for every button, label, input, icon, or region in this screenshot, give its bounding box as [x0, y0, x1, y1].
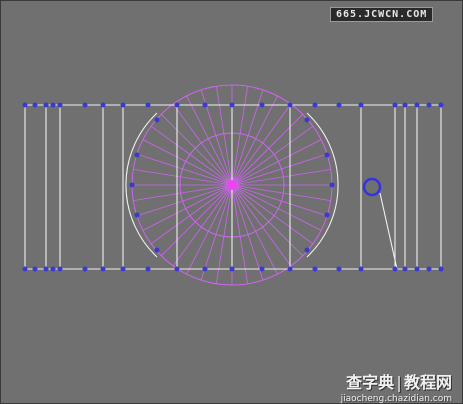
vertex-point — [134, 152, 140, 158]
vertex-point — [229, 266, 235, 272]
vertex-point — [82, 102, 88, 108]
radial-spoke — [136, 153, 233, 186]
vertex-point — [336, 102, 342, 108]
radial-spoke — [200, 184, 233, 281]
vertex-point — [174, 102, 180, 108]
watermark-brand-left: 查字典 — [346, 373, 395, 392]
radial-spoke — [231, 114, 303, 186]
radial-spoke — [161, 114, 233, 186]
vertex-point — [32, 266, 38, 272]
vertex-point — [414, 266, 420, 272]
vertex-point — [32, 102, 38, 108]
vertex-point — [358, 102, 364, 108]
vertex-point — [426, 266, 432, 272]
vertex-point — [43, 266, 49, 272]
vertex-point — [426, 102, 432, 108]
radial-spoke — [231, 103, 292, 186]
vertex-point — [145, 266, 151, 272]
vertex-point — [82, 266, 88, 272]
vertex-point — [438, 102, 444, 108]
radial-spoke — [231, 184, 303, 256]
radial-spoke — [136, 184, 233, 217]
radial-spoke — [231, 184, 264, 281]
vertex-point — [154, 247, 160, 253]
vertex-point — [100, 266, 106, 272]
vertex-point — [57, 266, 63, 272]
vertex-point — [145, 102, 151, 108]
watermark-url: jiaocheng.chazidian.com — [340, 394, 452, 404]
vertex-point — [392, 102, 398, 108]
vertex-point — [312, 102, 318, 108]
vertex-point — [120, 266, 126, 272]
vertex-point — [50, 102, 56, 108]
vertex-point — [134, 212, 140, 218]
vertex-point — [22, 102, 28, 108]
selected-vertex-ring[interactable] — [362, 177, 382, 197]
watermark-brand: 查字典 | 教程网 — [341, 369, 452, 393]
viewport[interactable]: 665.JCWCN.COM 查字典 | 教程网 jiaocheng.chazidia… — [0, 0, 463, 404]
radial-spoke — [172, 184, 233, 267]
vertex-point — [154, 117, 160, 123]
watermark-separator: | — [396, 373, 402, 392]
vertex-point — [259, 102, 265, 108]
vertex-point — [202, 266, 208, 272]
vertex-point — [120, 102, 126, 108]
vertex-point — [174, 266, 180, 272]
vertex-point — [336, 266, 342, 272]
site-watermark-top: 665.JCWCN.COM — [330, 7, 434, 22]
vertex-point — [229, 102, 235, 108]
vertex-point — [202, 102, 208, 108]
vertex-point — [324, 152, 330, 158]
vertex-point — [50, 266, 56, 272]
vertex-point — [312, 266, 318, 272]
vertex-point — [287, 102, 293, 108]
vertex-point — [304, 117, 310, 123]
vertex-point — [438, 266, 444, 272]
radial-spoke — [231, 125, 314, 186]
radial-spoke — [150, 125, 233, 186]
radial-spoke — [231, 153, 328, 186]
radial-spoke — [231, 184, 328, 217]
vertex-point — [57, 102, 63, 108]
vertex-point — [324, 212, 330, 218]
vertex-point — [392, 266, 398, 272]
center-hub — [227, 180, 237, 190]
radial-spoke — [231, 184, 292, 267]
vertex-point — [259, 266, 265, 272]
watermark-brand-right: 教程网 — [403, 373, 452, 392]
vertex-point — [414, 102, 420, 108]
vertex-point — [402, 102, 408, 108]
radial-spoke — [161, 184, 233, 256]
vertex-point — [22, 266, 28, 272]
vertex-point — [358, 266, 364, 272]
vertex-point — [402, 266, 408, 272]
radial-spoke — [231, 184, 314, 245]
vertex-point — [129, 182, 135, 188]
wireframe-canvas[interactable] — [1, 1, 462, 403]
radial-spoke — [150, 184, 233, 245]
vertex-point — [43, 102, 49, 108]
radial-spoke — [231, 89, 264, 186]
site-watermark-bottom: 查字典 | 教程网 jiaocheng.chazidian.com — [341, 369, 452, 404]
vertex-point — [304, 247, 310, 253]
radial-spoke — [172, 103, 233, 186]
vertex-point — [287, 266, 293, 272]
vertex-point — [100, 102, 106, 108]
vertex-point — [329, 182, 335, 188]
